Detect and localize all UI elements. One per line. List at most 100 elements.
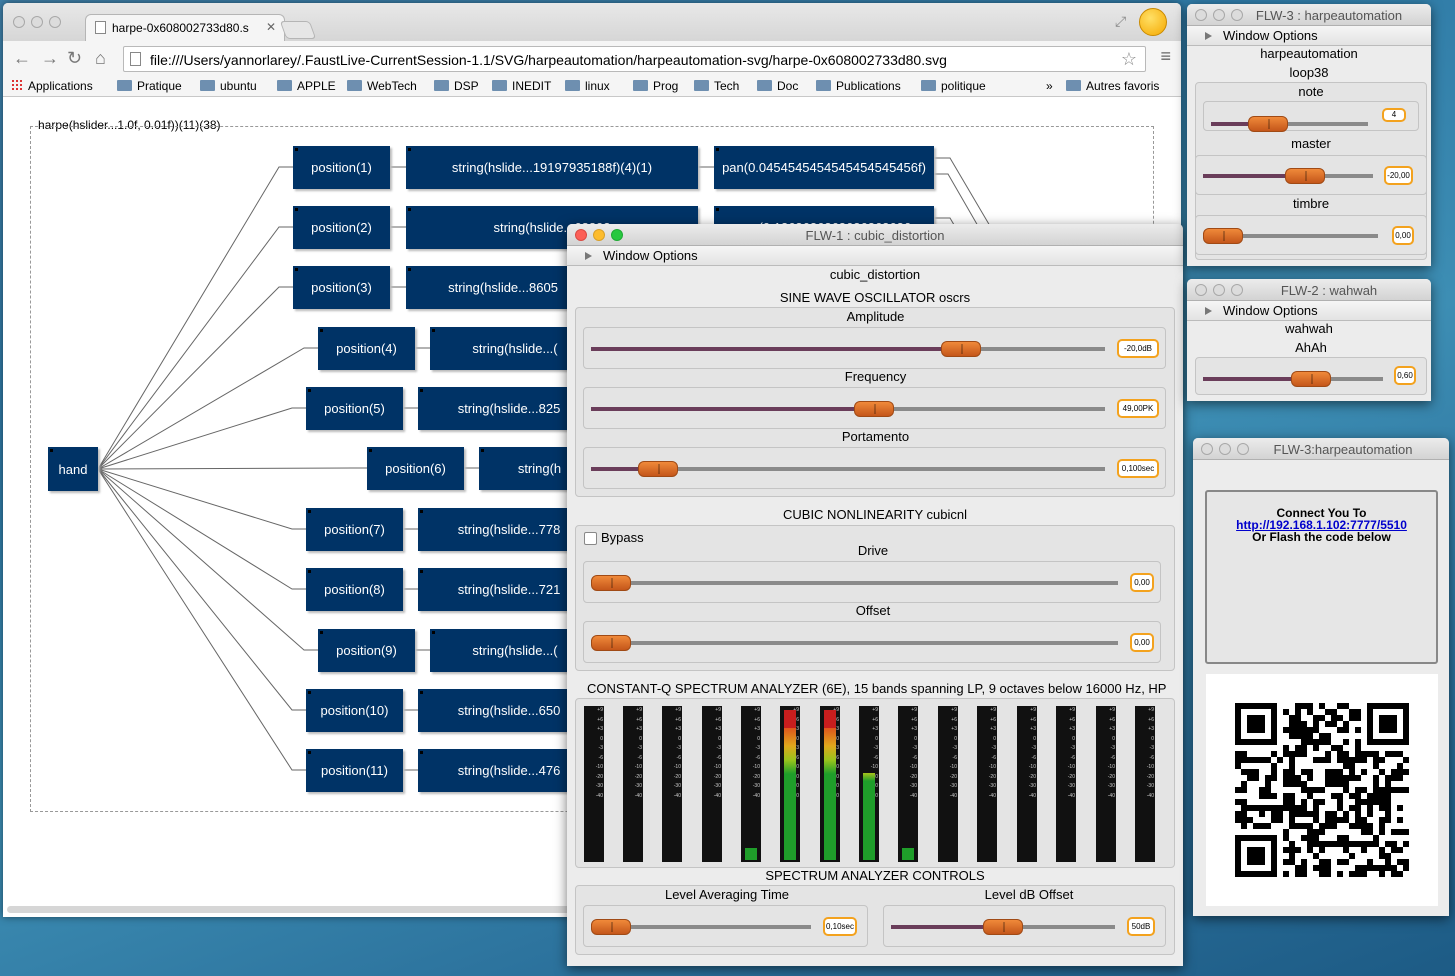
block-pan-1[interactable]: pan(0.0454545454545454545456f) <box>714 146 934 189</box>
meter-tick-label: -30 <box>909 783 917 789</box>
slider-handle[interactable] <box>853 401 894 417</box>
master-slider[interactable] <box>1203 168 1373 184</box>
meter-tick-label: +3 <box>990 726 996 732</box>
block-string-1[interactable]: string(hslide...19197935188f)(4)(1) <box>406 146 698 189</box>
meter-tick-label: +3 <box>951 726 957 732</box>
slider-handle[interactable] <box>591 919 631 935</box>
spectrum-meter-1: +9 +6 +3 0 -3 -6 -10 -20 -30 -40 <box>584 706 604 862</box>
slider-handle[interactable] <box>591 635 631 651</box>
spectrum-meter-5: +9 +6 +3 0 -3 -6 -10 -20 -30 -40 <box>741 706 761 862</box>
offset-value[interactable]: 0,00 <box>1130 633 1154 652</box>
zoom-window-button[interactable] <box>1231 284 1243 296</box>
block-position-4[interactable]: position(4) <box>318 327 415 370</box>
spectrum-meter-12: +9 +6 +3 0 -3 -6 -10 -20 -30 -40 <box>1017 706 1037 862</box>
timbre-value[interactable]: 0,00 <box>1392 226 1414 245</box>
note-slider[interactable] <box>1211 116 1368 132</box>
spectrum-meter-11: +9 +6 +3 0 -3 -6 -10 -20 -30 -40 <box>977 706 997 862</box>
master-value[interactable]: -20,00 <box>1384 166 1413 185</box>
portamento-value[interactable]: 0,100sec <box>1117 459 1159 478</box>
block-position-11[interactable]: position(11) <box>306 749 403 792</box>
amplitude-value[interactable]: -20,0dB <box>1117 339 1159 358</box>
minimize-window-button[interactable] <box>1213 284 1225 296</box>
drive-label: Drive <box>857 543 889 558</box>
offset-slider[interactable] <box>591 635 1118 651</box>
zoom-window-button[interactable] <box>1237 443 1249 455</box>
drive-value[interactable]: 0,00 <box>1130 573 1154 592</box>
meter-level-bar <box>784 710 796 860</box>
meter-tick-label: 0 <box>678 735 681 742</box>
meter-ticks: +9 +6 +3 0 -3 -6 -10 -20 -30 -40 <box>635 706 642 801</box>
window-controls <box>1201 443 1249 455</box>
slider-handle[interactable] <box>941 341 982 357</box>
window-options-toggle[interactable]: Window Options <box>567 246 1183 266</box>
meter-tick-label: -30 <box>673 783 681 789</box>
flw3-titlebar: FLW-3 : harpeautomation <box>1187 4 1431 26</box>
block-position-7[interactable]: position(7) <box>306 508 403 551</box>
db-offset-value[interactable]: 50dB <box>1127 917 1155 936</box>
close-window-button[interactable] <box>1195 9 1207 21</box>
block-position-1[interactable]: position(1) <box>293 146 390 189</box>
meter-tick-label: -40 <box>713 792 721 799</box>
frequency-slider[interactable] <box>591 401 1105 417</box>
window-options-toggle[interactable]: Window Options <box>1187 301 1431 321</box>
meter-tick-label: -10 <box>870 764 878 770</box>
block-position-3[interactable]: position(3) <box>293 266 390 309</box>
slider-handle[interactable] <box>1291 371 1331 387</box>
meter-tick-label: +9 <box>1109 707 1115 713</box>
close-window-button[interactable] <box>575 229 587 241</box>
block-position-2[interactable]: position(2) <box>293 206 390 249</box>
meter-tick-label: -30 <box>752 783 760 789</box>
frequency-label: Frequency <box>844 369 907 384</box>
meter-tick-label: -30 <box>595 783 603 789</box>
slider-handle[interactable] <box>1203 228 1243 244</box>
spectrum-meter-2: +9 +6 +3 0 -3 -6 -10 -20 -30 -40 <box>623 706 643 862</box>
block-position-6[interactable]: position(6) <box>367 447 464 490</box>
meter-tick-label: -20 <box>673 773 681 780</box>
slider-handle[interactable] <box>1285 168 1325 184</box>
slider-handle[interactable] <box>637 461 678 477</box>
drive-slider[interactable] <box>591 575 1118 591</box>
zoom-window-button[interactable] <box>1231 9 1243 21</box>
minimize-window-button[interactable] <box>1213 9 1225 21</box>
block-hand[interactable]: hand <box>48 447 98 491</box>
block-position-10[interactable]: position(10) <box>306 689 403 732</box>
window-controls <box>575 229 623 241</box>
meter-tick-label: +9 <box>1030 707 1036 713</box>
avg-time-value[interactable]: 0,10sec <box>823 917 857 936</box>
slider-handle[interactable] <box>591 575 631 591</box>
block-position-9[interactable]: position(9) <box>318 629 415 672</box>
minimize-window-button[interactable] <box>1219 443 1231 455</box>
meter-ticks: +9 +6 +3 0 -3 -6 -10 -20 -30 -40 <box>674 706 681 801</box>
avg-time-slider[interactable] <box>591 919 811 935</box>
spectrum-meter-6: +9+6+30-3-6-10-20-30-40 <box>780 706 800 862</box>
spectrum-meter-7: +9+6+30-3-6-10-20-30-40 <box>820 706 840 862</box>
meter-tick-label: +6 <box>1109 716 1115 723</box>
meter-tick-label: -3 <box>637 745 642 751</box>
zoom-window-button[interactable] <box>611 229 623 241</box>
meter-tick-label: -3 <box>991 745 996 751</box>
close-window-button[interactable] <box>1195 284 1207 296</box>
note-value[interactable]: 4 <box>1382 108 1406 122</box>
cubic-group-title: CUBIC NONLINEARITY cubicnl <box>783 507 967 522</box>
window-title: FLW-3:harpeautomation <box>1273 442 1413 457</box>
portamento-slider[interactable] <box>591 461 1105 477</box>
minimize-window-button[interactable] <box>593 229 605 241</box>
block-position-8[interactable]: position(8) <box>306 568 403 611</box>
db-offset-slider[interactable] <box>891 919 1115 935</box>
close-window-button[interactable] <box>1201 443 1213 455</box>
spectrum-meter-10: +9 +6 +3 0 -3 -6 -10 -20 -30 -40 <box>938 706 958 862</box>
slider-handle[interactable] <box>983 919 1023 935</box>
meter-tick-label: +3 <box>911 726 917 732</box>
timbre-slider[interactable] <box>1203 228 1378 244</box>
window-options-toggle[interactable]: Window Options <box>1187 26 1431 46</box>
meter-tick-label: +6 <box>597 716 603 723</box>
frequency-value[interactable]: 49,00PK <box>1117 399 1159 418</box>
ahah-slider[interactable] <box>1203 371 1383 387</box>
ahah-value[interactable]: 0,60 <box>1394 366 1416 385</box>
amplitude-slider[interactable] <box>591 341 1105 357</box>
slider-handle[interactable] <box>1247 116 1288 132</box>
meter-tick-label: -10 <box>595 764 603 770</box>
meter-level-bar <box>745 848 757 860</box>
block-position-5[interactable]: position(5) <box>306 387 403 430</box>
meter-tick-label: -10 <box>909 764 917 770</box>
